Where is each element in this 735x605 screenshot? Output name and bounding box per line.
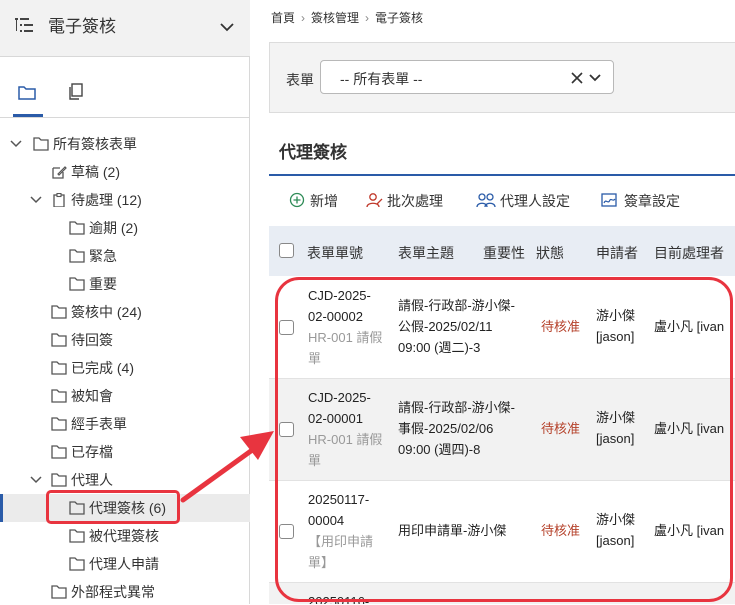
tree-item-label: 已完成 (4) — [71, 360, 134, 376]
tree-item-label: 經手表單 — [71, 416, 127, 432]
form-select-value: -- 所有表單 -- — [340, 71, 423, 87]
breadcrumb-home[interactable]: 首頁 — [271, 9, 295, 26]
sidebar-header: 電子簽核 — [0, 0, 250, 57]
folder-icon — [69, 529, 85, 543]
folder-icon — [51, 445, 67, 459]
edit-icon — [52, 166, 67, 179]
col-header-status[interactable]: 狀態 — [536, 243, 564, 263]
sign-setting-label: 簽章設定 — [624, 193, 680, 209]
clipboard-icon — [53, 193, 65, 207]
breadcrumb: 首頁 › 簽核管理 › 電子簽核 — [271, 9, 423, 26]
menu-tree-icon[interactable] — [15, 17, 35, 33]
batch-button-label: 批次處理 — [387, 193, 443, 209]
tree-item-label: 簽核中 (24) — [71, 304, 142, 320]
main-content: 首頁 › 簽核管理 › 電子簽核 表單 -- 所有表單 -- 代理簽核 新增 批次處理 … — [251, 0, 735, 604]
tree-item-label: 外部程式異常 — [71, 584, 155, 600]
folder-icon — [69, 221, 85, 235]
sidebar-tabs — [0, 57, 250, 118]
col-header-handler[interactable]: 目前處理者 — [654, 243, 724, 263]
folder-icon — [51, 361, 67, 375]
table-header: 表單單號 表單主題 重要性 狀態 申請者 目前處理者 — [269, 226, 735, 276]
sidebar-title: 電子簽核 — [48, 17, 116, 36]
page-title: 代理簽核 — [279, 143, 347, 162]
breadcrumb-current: 電子簽核 — [375, 11, 424, 25]
add-button-label: 新增 — [310, 193, 338, 209]
tree-item-label: 草稿 (2) — [71, 164, 120, 180]
tree-item-label: 緊急 — [89, 248, 117, 264]
folder-icon — [51, 417, 67, 431]
folder-icon — [51, 473, 67, 487]
folder-icon — [33, 137, 49, 151]
selected-item-indicator — [0, 494, 3, 522]
chevron-down-icon[interactable] — [589, 74, 601, 82]
col-header-priority[interactable]: 重要性 — [483, 243, 525, 263]
folder-icon — [51, 389, 67, 403]
select-all-checkbox[interactable] — [279, 243, 294, 258]
caret-down-icon[interactable] — [30, 476, 42, 484]
tree-item-label: 所有簽核表單 — [53, 136, 137, 152]
tree-item-label: 逾期 (2) — [89, 220, 138, 236]
chevron-right-icon: › — [301, 11, 306, 25]
chevron-down-icon[interactable] — [219, 20, 235, 34]
tree-item-label: 重要 — [89, 276, 117, 292]
breadcrumb-sign-mgmt[interactable]: 簽核管理 — [311, 9, 359, 26]
folder-icon — [51, 305, 67, 319]
col-header-applicant[interactable]: 申請者 — [596, 243, 638, 263]
tree-item-label: 代理人申請 — [89, 556, 159, 572]
folder-icon — [51, 333, 67, 347]
tab-copy-view[interactable] — [61, 79, 91, 117]
tree-item-label: 已存檔 — [71, 444, 113, 460]
filter-label: 表單 — [286, 72, 314, 88]
plus-circle-icon — [289, 192, 305, 208]
tree-item-label: 被代理簽核 — [89, 528, 159, 544]
toolbar: 新增 批次處理 代理人設定 簽章設定 — [269, 176, 735, 226]
sidebar: 電子簽核 所有簽核表單 草稿 (2) 待處理 (12) 逾期 (2) 緊急 重要 — [0, 0, 250, 604]
folder-icon — [51, 585, 67, 599]
tree-item-label: 被知會 — [71, 388, 113, 404]
col-header-subject[interactable]: 表單主題 — [398, 243, 454, 263]
chevron-right-icon: › — [365, 11, 370, 25]
annotation-highlight-box — [275, 277, 733, 602]
tab-folder-view[interactable] — [13, 79, 43, 117]
proxy-setting-label: 代理人設定 — [500, 193, 570, 209]
caret-down-icon[interactable] — [10, 140, 22, 148]
annotation-highlight-box — [46, 490, 180, 524]
folder-icon — [69, 249, 85, 263]
form-select[interactable]: -- 所有表單 -- — [320, 60, 614, 94]
folder-icon — [69, 277, 85, 291]
users-icon — [476, 193, 496, 208]
folder-icon — [18, 86, 36, 100]
filter-panel: 表單 -- 所有表單 -- — [269, 42, 735, 113]
caret-down-icon[interactable] — [30, 196, 42, 204]
copy-icon — [69, 83, 83, 100]
user-edit-icon — [366, 193, 383, 208]
folder-icon — [69, 557, 85, 571]
tree-item-label: 待回簽 — [71, 332, 113, 348]
col-header-no[interactable]: 表單單號 — [307, 243, 363, 263]
signature-icon — [601, 193, 617, 207]
clear-icon[interactable] — [571, 72, 583, 84]
tree-item-label: 待處理 (12) — [71, 192, 142, 208]
